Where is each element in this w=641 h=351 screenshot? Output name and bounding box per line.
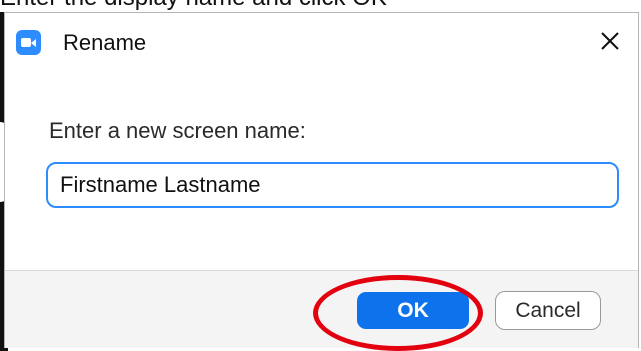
camera-lens-icon (31, 39, 36, 47)
close-button[interactable] (596, 26, 624, 56)
dialog-footer: OK Cancel (5, 270, 638, 351)
screen-name-input[interactable] (46, 162, 619, 208)
page: Enter the display name and click OK Rena… (0, 0, 641, 351)
rename-dialog: Rename Enter a new screen name: OK Cance… (4, 12, 639, 351)
cancel-button[interactable]: Cancel (495, 291, 601, 330)
close-icon (601, 32, 619, 50)
dialog-title: Rename (63, 30, 147, 55)
dialog-content: Enter a new screen name: (5, 73, 638, 272)
ok-button[interactable]: OK (357, 292, 469, 329)
screen-name-prompt: Enter a new screen name: (49, 118, 306, 143)
dialog-titlebar: Rename (5, 13, 638, 73)
camera-body-icon (21, 38, 31, 47)
top-caption: Enter the display name and click OK (0, 0, 641, 12)
zoom-camera-icon (16, 30, 41, 55)
